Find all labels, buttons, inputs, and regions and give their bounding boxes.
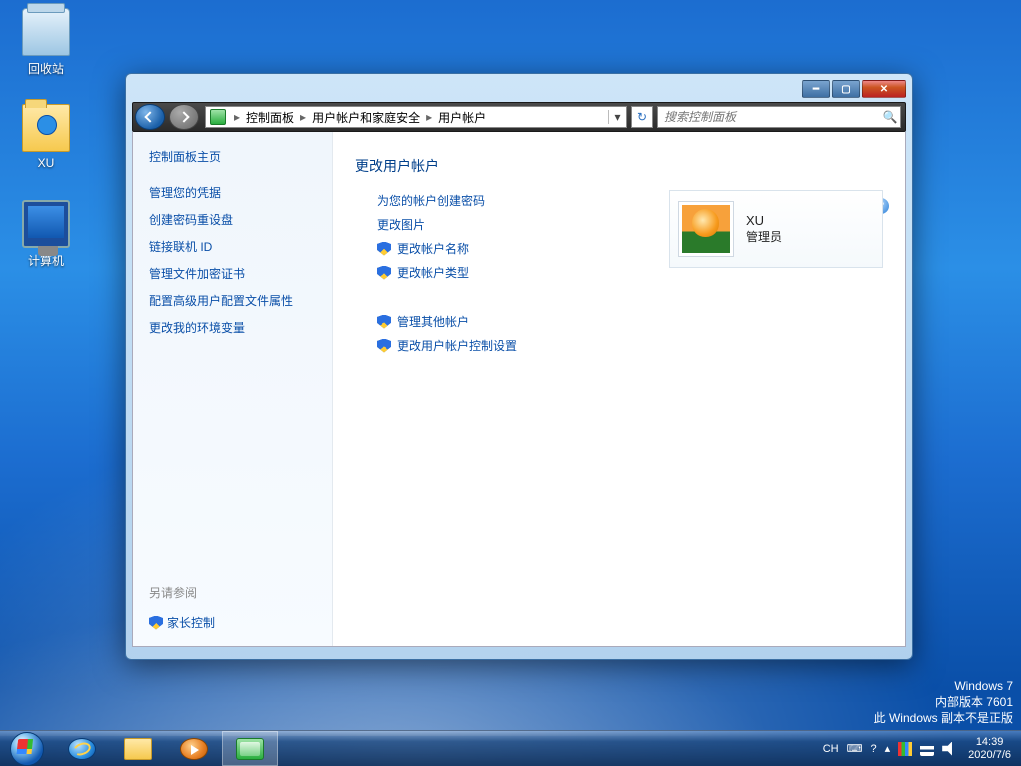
nav-toolbar: ▸ 控制面板 ▸ 用户帐户和家庭安全 ▸ 用户帐户 ▾ ↻ 🔍 [132, 102, 906, 132]
taskbar-media-player[interactable] [166, 731, 222, 766]
chevron-right-icon: ▸ [296, 110, 310, 124]
explorer-icon [124, 738, 152, 760]
window-titlebar[interactable]: ━ ▢ ✕ [132, 80, 906, 102]
folder-icon [22, 104, 70, 152]
nav-forward-button[interactable] [169, 104, 199, 130]
user-avatar [678, 201, 734, 257]
ime-help-icon[interactable]: ? [871, 743, 877, 755]
computer-icon [22, 200, 70, 248]
desktop-icon-folder-xu[interactable]: XU [8, 104, 84, 170]
sidebar-link[interactable]: 配置高级用户配置文件属性 [149, 292, 318, 309]
taskbar-clock[interactable]: 14:39 2020/7/6 [964, 736, 1015, 762]
user-name: XU [746, 213, 782, 228]
desktop-icon-computer[interactable]: 计算机 [8, 200, 84, 269]
breadcrumb-segment[interactable]: 控制面板 [244, 109, 296, 126]
task-link-change-name[interactable]: 更改帐户名称 [397, 240, 469, 257]
search-icon[interactable]: 🔍 [880, 110, 900, 124]
user-role: 管理员 [746, 228, 782, 245]
clock-date: 2020/7/6 [968, 749, 1011, 762]
ime-indicator[interactable]: CH [823, 743, 839, 755]
ime-options-icon[interactable]: ⌨ [847, 742, 863, 755]
breadcrumb-segment[interactable]: 用户帐户 [436, 109, 488, 126]
taskbar[interactable]: CH ⌨ ? ▴ 14:39 2020/7/6 [0, 730, 1021, 766]
action-center-icon[interactable] [898, 742, 912, 756]
chevron-right-icon: ▸ [422, 110, 436, 124]
breadcrumb-bar[interactable]: ▸ 控制面板 ▸ 用户帐户和家庭安全 ▸ 用户帐户 ▾ [205, 106, 627, 128]
network-icon[interactable] [920, 742, 934, 756]
chevron-right-icon: ▸ [230, 110, 244, 124]
search-box[interactable]: 🔍 [657, 106, 901, 128]
sidebar-link[interactable]: 管理文件加密证书 [149, 265, 318, 282]
shield-icon [149, 616, 163, 630]
control-panel-window: ━ ▢ ✕ ▸ 控制面板 ▸ 用户帐户和家庭安全 ▸ 用户帐户 ▾ ↻ 🔍 [125, 73, 913, 660]
activation-watermark: Windows 7 内部版本 7601 此 Windows 副本不是正版 [874, 678, 1013, 726]
desktop[interactable]: 回收站 XU 计算机 Windows 7 内部版本 7601 此 Windows… [0, 0, 1021, 766]
shield-icon [377, 339, 391, 353]
breadcrumb-dropdown[interactable]: ▾ [608, 110, 626, 124]
control-panel-icon [210, 109, 226, 125]
sidebar-link-parental[interactable]: 家长控制 [167, 614, 215, 631]
minimize-button[interactable]: ━ [802, 80, 830, 98]
taskbar-ie[interactable] [54, 731, 110, 766]
sidebar-link[interactable]: 更改我的环境变量 [149, 319, 318, 336]
task-link-change-type[interactable]: 更改帐户类型 [397, 264, 469, 281]
taskbar-control-panel[interactable] [222, 731, 278, 766]
system-tray: CH ⌨ ? ▴ 14:39 2020/7/6 [817, 731, 1021, 766]
close-button[interactable]: ✕ [862, 80, 906, 98]
sidebar-link[interactable]: 链接联机 ID [149, 238, 318, 255]
shield-icon [377, 242, 391, 256]
user-card: XU 管理员 [669, 190, 883, 268]
sidebar-link[interactable]: 创建密码重设盘 [149, 211, 318, 228]
windows-logo-icon [10, 732, 44, 766]
task-link-manage-others[interactable]: 管理其他帐户 [397, 313, 469, 330]
task-link-change-picture[interactable]: 更改图片 [377, 216, 425, 233]
start-button[interactable] [0, 731, 54, 766]
refresh-button[interactable]: ↻ [631, 106, 653, 128]
ie-icon [68, 738, 96, 760]
shield-icon [377, 315, 391, 329]
media-player-icon [180, 738, 208, 760]
recycle-bin-icon [22, 8, 70, 56]
breadcrumb-segment[interactable]: 用户帐户和家庭安全 [310, 109, 422, 126]
maximize-button[interactable]: ▢ [832, 80, 860, 98]
refresh-icon: ↻ [637, 110, 647, 124]
control-panel-icon [236, 738, 264, 760]
desktop-icon-label: 回收站 [8, 60, 84, 77]
shield-icon [377, 266, 391, 280]
arrow-right-icon [178, 111, 189, 122]
see-also-heading: 另请参阅 [149, 584, 318, 601]
sidebar-link[interactable]: 管理您的凭据 [149, 184, 318, 201]
volume-icon[interactable] [942, 742, 956, 756]
page-heading: 更改用户帐户 [355, 156, 883, 176]
desktop-icon-recycle-bin[interactable]: 回收站 [8, 8, 84, 77]
task-link-uac-settings[interactable]: 更改用户帐户控制设置 [397, 337, 517, 354]
search-input[interactable] [658, 110, 880, 124]
task-link-create-password[interactable]: 为您的帐户创建密码 [377, 192, 485, 209]
arrow-left-icon [144, 111, 155, 122]
sidebar-home-link[interactable]: 控制面板主页 [149, 148, 318, 165]
main-content: ? 更改用户帐户 为您的帐户创建密码 更改图片 更改帐户名称 更改帐户类型 管理… [333, 132, 905, 646]
sidebar: 控制面板主页 管理您的凭据 创建密码重设盘 链接联机 ID 管理文件加密证书 配… [133, 132, 333, 646]
taskbar-explorer[interactable] [110, 731, 166, 766]
tray-expand-icon[interactable]: ▴ [885, 742, 891, 755]
nav-back-button[interactable] [135, 104, 165, 130]
desktop-icon-label: XU [8, 156, 84, 170]
clock-time: 14:39 [968, 736, 1011, 749]
